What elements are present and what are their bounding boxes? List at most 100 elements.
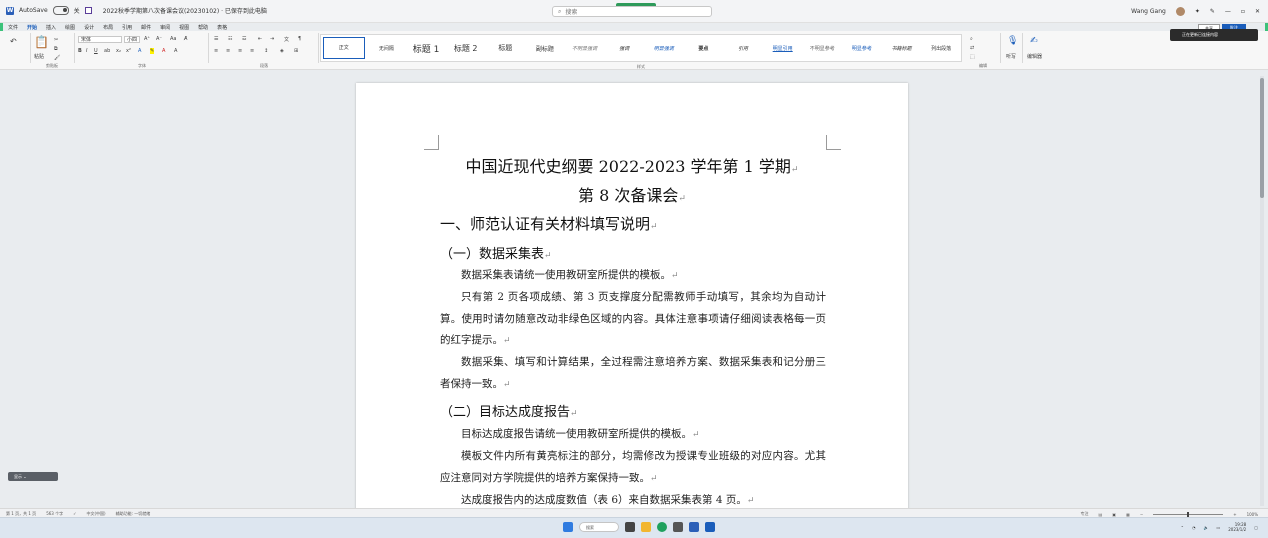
document-title[interactable]: 2022秋季学期第八次备课会议(20230102) · 已保存到此电脑 <box>103 6 267 15</box>
editor-label[interactable]: 编辑器 <box>1027 53 1042 60</box>
zoom-out-icon[interactable]: − <box>1140 512 1143 517</box>
avatar[interactable] <box>1175 7 1185 16</box>
undo-icon[interactable]: ↶ <box>10 37 17 46</box>
decrease-indent-icon[interactable]: ⇤ <box>258 36 262 42</box>
paragraph-3-text: 数据采集、填写和计算结果，全过程需注意培养方案、数据采集表和记分册三者保持一致。 <box>440 356 826 390</box>
line-spacing-icon[interactable]: ↕ <box>264 48 268 54</box>
paste-label[interactable]: 粘贴 <box>34 53 44 60</box>
style-quote[interactable]: 引用 <box>723 45 763 52</box>
notification-center-icon[interactable]: ▢ <box>1254 525 1258 530</box>
subscript-icon[interactable]: x₂ <box>116 48 121 54</box>
font-size-select[interactable]: 小四 <box>124 36 140 43</box>
document-page[interactable]: 中国近现代史纲要 2022-2023 学年第 1 学期↵ 第 8 次备课会↵ 一… <box>356 83 908 513</box>
select-icon[interactable]: ⬚ <box>970 54 975 60</box>
change-case-icon[interactable]: Aa <box>170 36 176 42</box>
microphone-icon[interactable]: 🎙 <box>1007 36 1018 46</box>
taskbar-search[interactable]: 搜索 <box>579 522 619 532</box>
char-shading-icon[interactable]: A <box>174 48 177 54</box>
style-intense-reference[interactable]: 明显参考 <box>842 45 882 52</box>
pen-icon[interactable]: ✎ <box>1210 8 1215 15</box>
user-name[interactable]: Wang Gang <box>1131 8 1166 15</box>
zoom-level[interactable]: 100% <box>1247 512 1258 517</box>
style-subtle-reference[interactable]: 不明显参考 <box>803 45 843 52</box>
zoom-slider[interactable] <box>1153 511 1224 517</box>
volume-icon[interactable]: 🔈 <box>1203 525 1208 530</box>
document-canvas[interactable]: 中国近现代史纲要 2022-2023 学年第 1 学期↵ 第 8 次备课会↵ 一… <box>0 70 1268 513</box>
style-heading-2[interactable]: 标题 2 <box>446 43 486 54</box>
highlight-icon[interactable]: ✎ <box>150 48 155 54</box>
style-title[interactable]: 标题 <box>486 43 526 53</box>
network-icon[interactable]: ◔ <box>1192 525 1196 530</box>
grow-font-icon[interactable]: A⁺ <box>144 36 150 42</box>
zoom-slider-thumb[interactable] <box>1187 511 1190 517</box>
start-icon[interactable] <box>563 522 573 532</box>
copy-icon[interactable]: ⧉ <box>54 46 58 52</box>
strikethrough-icon[interactable]: ab <box>104 48 110 54</box>
style-list-paragraph[interactable]: 列出段落 <box>921 45 961 52</box>
align-center-icon[interactable]: ≡ <box>226 48 230 54</box>
justify-icon[interactable]: ≡ <box>250 48 254 54</box>
tray-chevron-icon[interactable]: ⌃ <box>1181 525 1184 530</box>
paragraph-mark: ↵ <box>544 251 552 261</box>
minimize-icon[interactable]: — <box>1225 8 1231 15</box>
style-strong[interactable]: 要点 <box>684 45 724 52</box>
borders-icon[interactable]: ⊞ <box>294 48 298 54</box>
style-intense-quote[interactable]: 明显引用 <box>763 45 803 52</box>
bold-icon[interactable]: B <box>78 48 82 54</box>
scrollbar-thumb[interactable] <box>1260 78 1264 198</box>
text-effects-icon[interactable]: A <box>138 48 141 54</box>
superscript-icon[interactable]: x² <box>126 48 131 54</box>
edge-icon[interactable] <box>657 522 667 532</box>
autosave-toggle[interactable] <box>52 6 69 15</box>
italic-icon[interactable]: I <box>86 48 87 54</box>
style-subtitle[interactable]: 副标题 <box>525 44 565 53</box>
style-subtle-emphasis[interactable]: 不明显强调 <box>565 45 605 52</box>
find-icon[interactable]: ⌕ <box>970 36 973 42</box>
multilevel-list-icon[interactable]: ☲ <box>242 36 246 42</box>
show-marks-icon[interactable]: ¶ <box>298 36 301 42</box>
style-intense-emphasis[interactable]: 明显强调 <box>644 45 684 52</box>
style-emphasis[interactable]: 强调 <box>604 45 644 52</box>
font-color-icon[interactable]: A <box>162 48 165 54</box>
read-mode-icon[interactable]: ▤ <box>1099 512 1103 517</box>
style-heading-1[interactable]: 标题 1 <box>406 42 446 55</box>
asian-layout-icon[interactable]: 文 <box>284 36 289 43</box>
replace-icon[interactable]: ⇄ <box>970 45 974 51</box>
style-no-spacing[interactable]: 无间隔 <box>367 45 407 52</box>
save-icon[interactable] <box>84 7 92 14</box>
paste-icon[interactable]: 📋 <box>34 35 49 49</box>
word-taskbar-icon[interactable] <box>705 522 715 532</box>
notification-toast[interactable]: 正在更新已连接内容 <box>1170 29 1258 41</box>
clear-format-icon[interactable]: A̸ <box>184 36 187 42</box>
align-right-icon[interactable]: ≡ <box>238 48 242 54</box>
dictate-label[interactable]: 听写 <box>1006 53 1016 60</box>
store-icon[interactable] <box>673 522 683 532</box>
align-left-icon[interactable]: ≡ <box>214 48 218 54</box>
floating-display-button[interactable]: 显示 ⌄ <box>8 472 58 481</box>
editor-icon[interactable]: ✍ <box>1030 36 1038 46</box>
increase-indent-icon[interactable]: ⇥ <box>270 36 274 42</box>
cut-icon[interactable]: ✂ <box>54 37 58 43</box>
style-book-title[interactable]: 书籍标题 <box>882 45 922 52</box>
search-input[interactable]: ⌕ 搜索 <box>552 6 712 17</box>
file-explorer-icon[interactable] <box>641 522 651 532</box>
clock[interactable]: 19:28 2023/1/2 <box>1228 522 1246 532</box>
web-layout-icon[interactable]: ▦ <box>1126 512 1130 517</box>
shading-icon[interactable]: ◈ <box>280 48 284 54</box>
shrink-font-icon[interactable]: A⁻ <box>156 36 162 42</box>
numbering-icon[interactable]: ☷ <box>228 36 232 42</box>
close-icon[interactable]: ✕ <box>1255 8 1260 15</box>
format-painter-icon[interactable]: 🖌 <box>54 55 60 61</box>
battery-icon[interactable]: ▭ <box>1216 525 1220 530</box>
style-normal[interactable]: 正文 <box>323 37 365 59</box>
underline-icon[interactable]: U <box>94 48 98 54</box>
zoom-in-icon[interactable]: + <box>1233 512 1236 517</box>
paragraph-mark: ↵ <box>503 336 511 346</box>
mail-icon[interactable] <box>689 522 699 532</box>
bullets-icon[interactable]: ☰ <box>214 36 218 42</box>
settings-icon[interactable]: ✦ <box>1195 8 1200 15</box>
restore-icon[interactable]: ▫ <box>1241 8 1245 15</box>
font-name-select[interactable]: 宋体 <box>78 36 122 43</box>
task-view-icon[interactable] <box>625 522 635 532</box>
print-layout-icon[interactable]: ▣ <box>1112 512 1116 517</box>
